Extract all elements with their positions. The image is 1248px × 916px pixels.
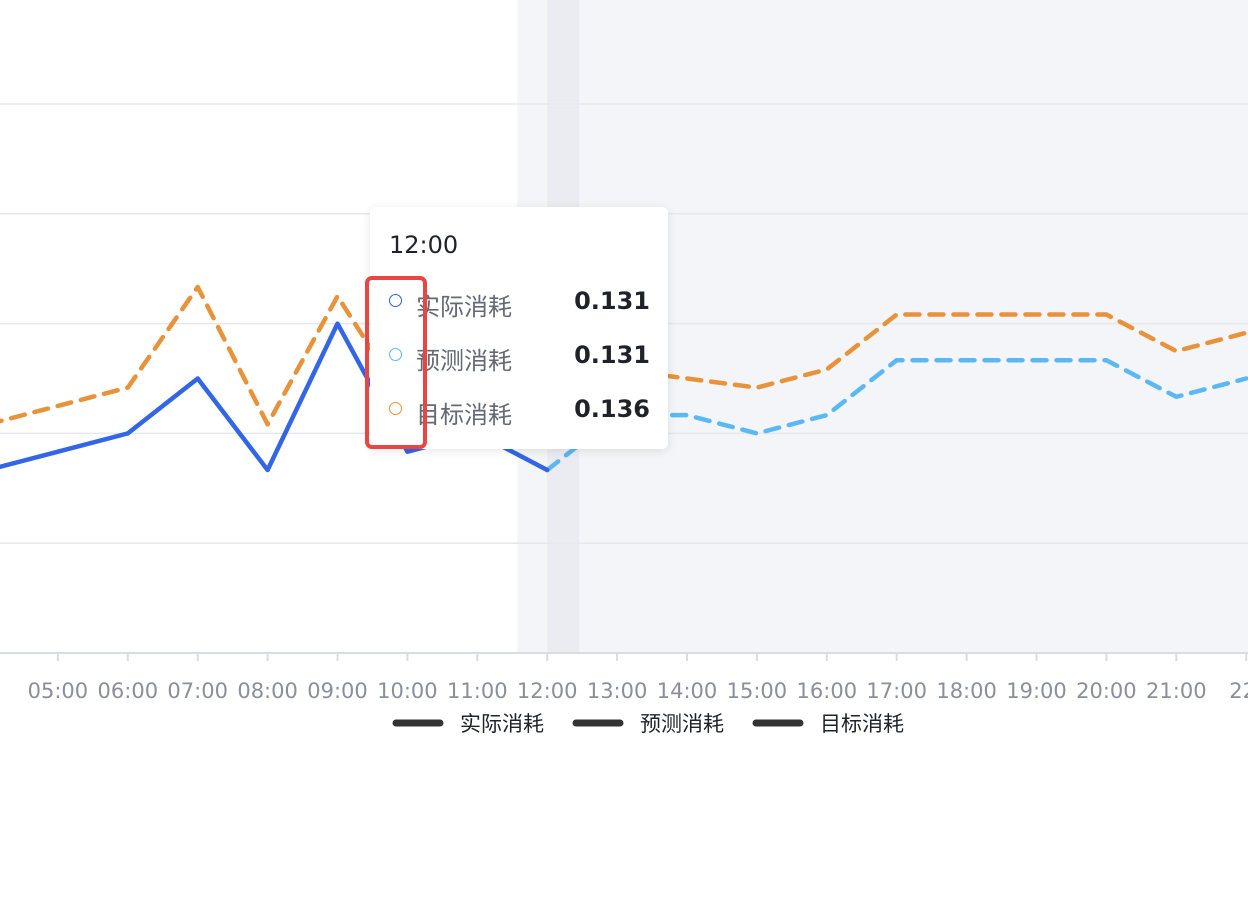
tooltip-time: 12:00 [389, 231, 459, 259]
x-tick-label: 08:00 [237, 679, 298, 703]
tooltip-row-actual: 实际消耗 0.131 [370, 281, 668, 321]
x-tick-label: 15:00 [727, 679, 788, 703]
tooltip-series-name: 预测消耗 [416, 347, 512, 375]
x-tick-label: 19:00 [1006, 679, 1067, 703]
x-tick-label: 12:00 [517, 679, 578, 703]
x-tick-label: 22: [1229, 679, 1248, 703]
tooltip-marker-actual [389, 294, 402, 307]
chart-tooltip: 12:00 实际消耗 0.131 预测消耗 0.131 目标消耗 0.136 [370, 207, 668, 449]
x-tick-label: 13:00 [587, 679, 648, 703]
x-tick-label: 14:00 [657, 679, 718, 703]
x-tick-label: 07:00 [167, 679, 228, 703]
x-tick-label: 18:00 [936, 679, 997, 703]
x-tick-label: 00 [0, 679, 1, 703]
x-tick-label: 16:00 [797, 679, 858, 703]
legend-label: 实际消耗 [460, 712, 544, 736]
tooltip-marker-target [389, 402, 402, 415]
legend-label: 预测消耗 [640, 712, 724, 736]
tooltip-row-forecast: 预测消耗 0.131 [370, 335, 668, 375]
x-tick-label: 11:00 [447, 679, 508, 703]
consumption-line-chart: 00 05:00 06:00 07:00 08:00 09:00 10:00 11:00 12:… [0, 0, 1248, 736]
x-tick-label: 21:00 [1146, 679, 1207, 703]
tooltip-series-name: 目标消耗 [416, 401, 512, 429]
tooltip-series-value: 0.136 [574, 395, 650, 423]
x-tick-label: 09:00 [307, 679, 368, 703]
tooltip-series-value: 0.131 [574, 287, 650, 315]
x-tick-label: 17:00 [866, 679, 927, 703]
tooltip-series-name: 实际消耗 [416, 293, 512, 321]
x-tick-label: 10:00 [377, 679, 438, 703]
tooltip-marker-forecast [389, 348, 402, 361]
x-tick-label: 20:00 [1076, 679, 1137, 703]
tooltip-row-target: 目标消耗 0.136 [370, 389, 668, 429]
tooltip-series-value: 0.131 [574, 341, 650, 369]
chart-container: 00 05:00 06:00 07:00 08:00 09:00 10:00 11:00 12:… [0, 0, 1248, 916]
legend-label: 目标消耗 [820, 712, 904, 736]
x-tick-label: 06:00 [98, 679, 159, 703]
x-tick-label: 05:00 [28, 679, 89, 703]
